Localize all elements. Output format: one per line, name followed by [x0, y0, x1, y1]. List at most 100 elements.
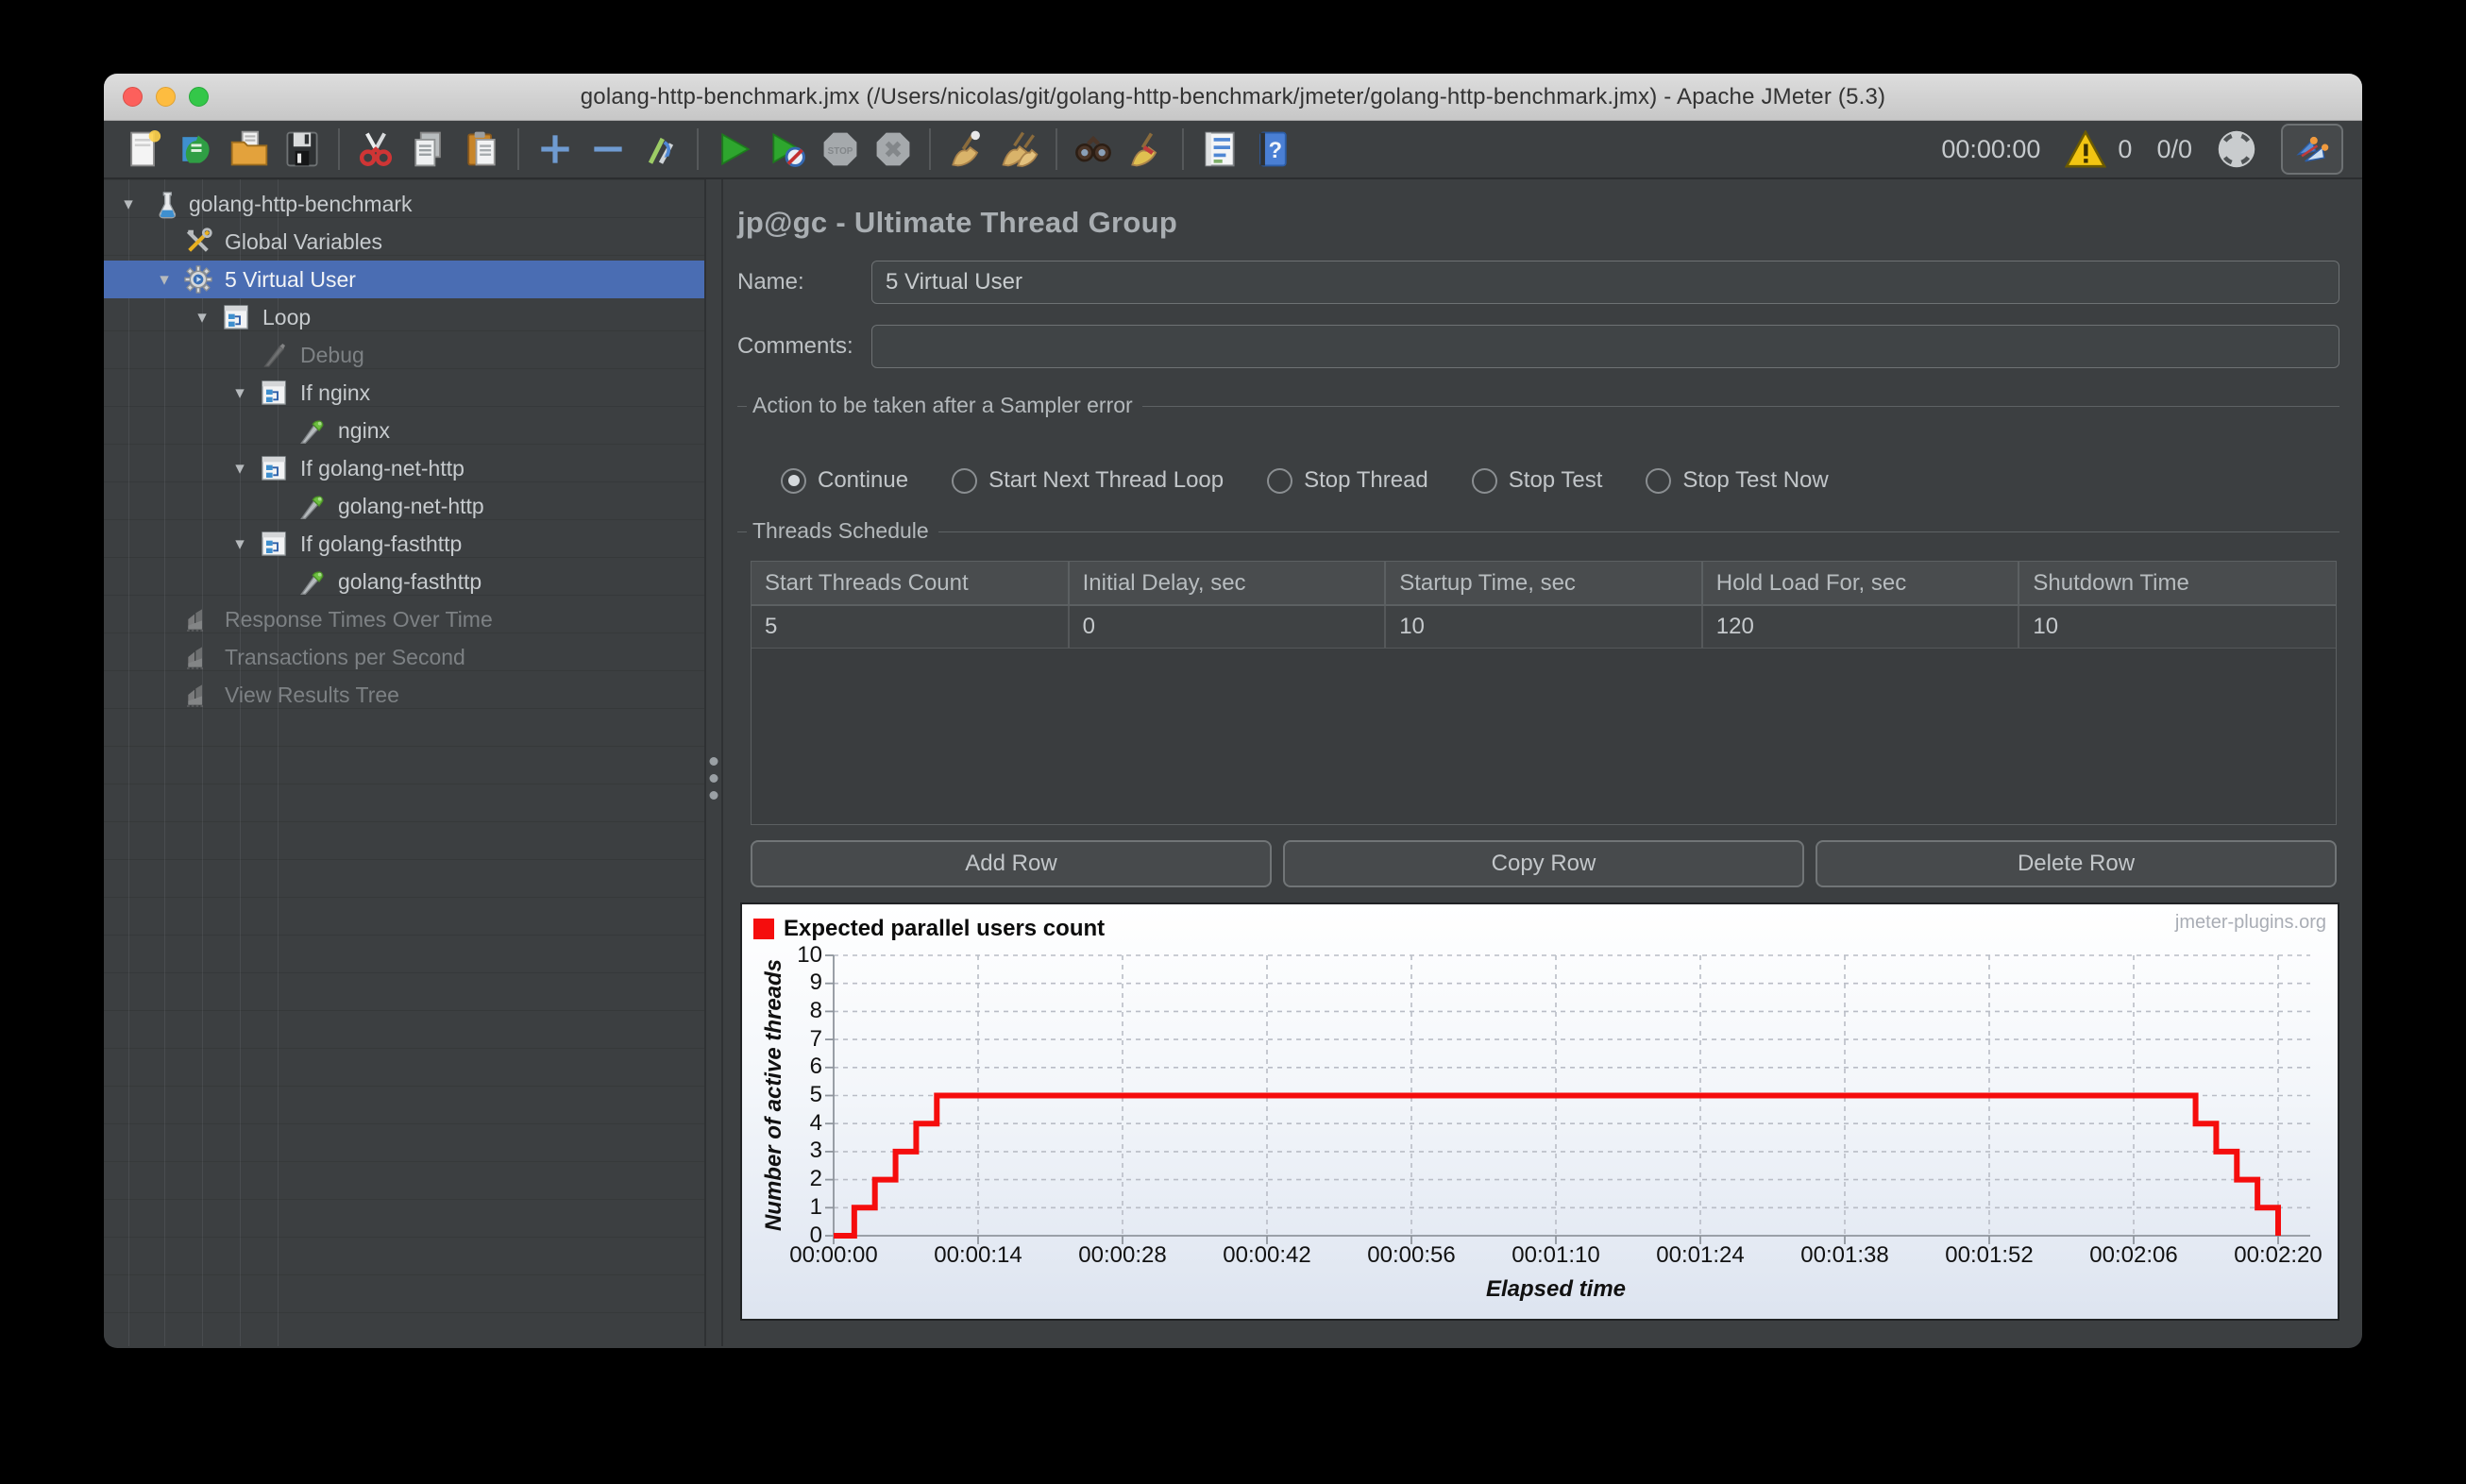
- start-no-pauses-button[interactable]: [761, 123, 814, 176]
- tree-expand-arrow-icon[interactable]: ▾: [223, 458, 257, 480]
- tree-item-label: If nginx: [300, 379, 371, 405]
- tree-item-golang-fasthttp[interactable]: golang-fasthttp: [104, 563, 704, 600]
- cut-button[interactable]: [349, 123, 402, 176]
- x-tick-label: 00:00:00: [789, 1241, 878, 1268]
- y-tick-label: 4: [809, 1109, 822, 1136]
- y-tick-label: 1: [809, 1193, 822, 1220]
- toggle-button[interactable]: [634, 123, 687, 176]
- stop-button[interactable]: STOP: [814, 123, 867, 176]
- tree-item-transactions-per-second[interactable]: Transactions per Second: [104, 638, 704, 676]
- search-button[interactable]: [1067, 123, 1120, 176]
- window-title: golang-http-benchmark.jmx (/Users/nicola…: [580, 83, 1886, 110]
- search-icon: [1075, 135, 1111, 162]
- toggle-icon: [648, 137, 674, 164]
- paste-button[interactable]: [455, 123, 508, 176]
- panel-splitter[interactable]: [704, 179, 723, 1346]
- new-file-button[interactable]: [117, 123, 170, 176]
- schedule-cell[interactable]: 10: [2018, 605, 2336, 649]
- copy-row-button[interactable]: Copy Row: [1283, 839, 1804, 887]
- sampler-icon: [295, 491, 329, 521]
- tree-item-if-nginx[interactable]: ▾ If nginx: [104, 374, 704, 412]
- schedule-cell[interactable]: 120: [1701, 605, 2020, 649]
- radio-stop-thread[interactable]: Stop Thread: [1267, 467, 1428, 494]
- comments-input[interactable]: [871, 325, 2339, 368]
- tree-item-loop[interactable]: ▾ Loop: [104, 298, 704, 336]
- start-icon: [721, 132, 751, 166]
- threads-preview-chart: Expected parallel users count jmeter-plu…: [740, 902, 2339, 1321]
- tree-item-golang-net-http[interactable]: golang-net-http: [104, 487, 704, 525]
- collapse-all-button[interactable]: [582, 123, 634, 176]
- expand-all-button[interactable]: [529, 123, 582, 176]
- radio-start-next-thread-loop[interactable]: Start Next Thread Loop: [952, 467, 1224, 494]
- delete-row-button[interactable]: Delete Row: [1816, 839, 2337, 887]
- tree-item-view-results-tree[interactable]: View Results Tree: [104, 676, 704, 714]
- minimize-window-button[interactable]: [156, 87, 176, 107]
- save-button[interactable]: [276, 123, 329, 176]
- log-errors-indicator[interactable]: 0: [2065, 130, 2132, 168]
- stop-icon: STOP: [823, 132, 857, 166]
- radio-circle-icon: [1471, 467, 1497, 494]
- help-icon: ?: [1259, 131, 1287, 167]
- reset-search-icon: [1131, 132, 1157, 167]
- clear-all-button[interactable]: [993, 123, 1046, 176]
- radio-label: Start Next Thread Loop: [988, 467, 1225, 493]
- name-input[interactable]: [871, 261, 2339, 304]
- radio-label: Continue: [818, 467, 909, 493]
- traffic-lights: [123, 74, 209, 120]
- tree-item-if-golang-fasthttp[interactable]: ▾ If golang-fasthttp: [104, 525, 704, 563]
- schedule-table-empty-area: [752, 649, 2336, 824]
- tree-item-global-variables[interactable]: Global Variables: [104, 223, 704, 261]
- radio-stop-test[interactable]: Stop Test: [1471, 467, 1603, 494]
- tree-item-nginx[interactable]: nginx: [104, 412, 704, 449]
- schedule-cell[interactable]: 5: [752, 605, 1070, 649]
- tree-expand-arrow-icon[interactable]: ▾: [111, 194, 145, 215]
- x-tick-label: 00:02:20: [2234, 1241, 2322, 1268]
- warning-count: 0: [2118, 134, 2133, 163]
- tree-item-label: Transactions per Second: [225, 644, 465, 669]
- debug-sampler-icon: [257, 340, 291, 370]
- help-button[interactable]: ?: [1246, 123, 1299, 176]
- tree-item-5-virtual-user[interactable]: ▾ 5 Virtual User: [104, 261, 704, 298]
- close-window-button[interactable]: [123, 87, 143, 107]
- x-tick-label: 00:00:28: [1078, 1241, 1167, 1268]
- copy-button[interactable]: [402, 123, 455, 176]
- tree-expand-arrow-icon[interactable]: ▾: [185, 307, 219, 329]
- templates-button[interactable]: [170, 123, 223, 176]
- tree-item-golang-http-benchmark[interactable]: ▾ golang-http-benchmark: [104, 185, 704, 223]
- radio-label: Stop Test: [1508, 467, 1603, 493]
- comments-label: Comments:: [737, 333, 853, 359]
- plugins-manager-button[interactable]: [2281, 124, 2343, 175]
- shutdown-button[interactable]: [867, 123, 920, 176]
- clear-button[interactable]: [940, 123, 993, 176]
- tree-expand-arrow-icon[interactable]: ▾: [147, 269, 181, 291]
- splitter-grip-icon: [709, 757, 718, 800]
- open-file-button[interactable]: [223, 123, 276, 176]
- reset-search-button[interactable]: [1120, 123, 1173, 176]
- listener-chart-icon: [181, 604, 215, 634]
- zoom-window-button[interactable]: [189, 87, 209, 107]
- tree-item-debug[interactable]: Debug: [104, 336, 704, 374]
- test-plan-tree: ▾ golang-http-benchmark Global Variables ▾ 5…: [104, 179, 704, 1346]
- schedule-cell[interactable]: 10: [1385, 605, 1703, 649]
- radio-stop-test-now[interactable]: Stop Test Now: [1646, 467, 1829, 494]
- schedule-column-header: Start Threads Count: [752, 562, 1070, 606]
- tree-item-label: golang-net-http: [338, 493, 484, 518]
- tree-item-if-golang-net-http[interactable]: ▾ If golang-net-http: [104, 449, 704, 487]
- tree-item-label: Global Variables: [225, 228, 383, 254]
- toolbar-separator: [338, 128, 340, 170]
- collapse-all-icon: [594, 146, 622, 152]
- tree-expand-arrow-icon[interactable]: ▾: [223, 533, 257, 555]
- function-helper-button[interactable]: [1193, 123, 1246, 176]
- start-button[interactable]: [708, 123, 761, 176]
- expand-all-icon: [541, 135, 569, 163]
- listener-chart-icon: [181, 680, 215, 710]
- schedule-cell[interactable]: 0: [1068, 605, 1387, 649]
- name-label: Name:: [737, 269, 804, 295]
- active-threads-ratio: 0/0: [2156, 134, 2192, 163]
- templates-icon: [182, 135, 210, 163]
- add-row-button[interactable]: Add Row: [751, 839, 1272, 887]
- tree-item-response-times-over-time[interactable]: Response Times Over Time: [104, 600, 704, 638]
- tree-expand-arrow-icon[interactable]: ▾: [223, 382, 257, 404]
- x-axis-title: Elapsed time: [1485, 1275, 1627, 1302]
- radio-continue[interactable]: Continue: [781, 467, 908, 494]
